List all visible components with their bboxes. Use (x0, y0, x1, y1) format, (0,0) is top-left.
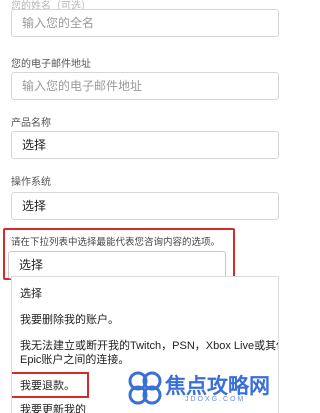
option-refund[interactable]: 我要退款。 (20, 377, 75, 393)
email-label: 您的电子邮件地址 (11, 59, 91, 70)
watermark-sub: JDOXG.COM (185, 396, 246, 403)
os-label: 操作系统 (11, 177, 51, 188)
os-select[interactable]: 选择 (11, 192, 279, 220)
watermark: 焦点攻略网 JDOXG.COM (125, 368, 275, 408)
email-field[interactable]: 输入您的电子邮件地址 (11, 72, 279, 100)
name-field[interactable]: 输入您的全名 (11, 9, 279, 37)
option-update[interactable]: 我要更新我的 (20, 401, 86, 413)
topic-label: 请在下拉列表中选择最能代表您咨询内容的选项。 (11, 237, 221, 248)
watermark-logo-icon (128, 371, 162, 405)
product-label: 产品名称 (11, 118, 51, 129)
product-select[interactable]: 选择 (11, 131, 279, 159)
option-delete-account[interactable]: 我要删除我的账户。 (20, 311, 119, 327)
option-connection-line2[interactable]: Epic账户之间的连接。 (20, 351, 129, 367)
topic-select[interactable]: 选择 (8, 251, 226, 279)
option-select[interactable]: 选择 (20, 285, 42, 301)
